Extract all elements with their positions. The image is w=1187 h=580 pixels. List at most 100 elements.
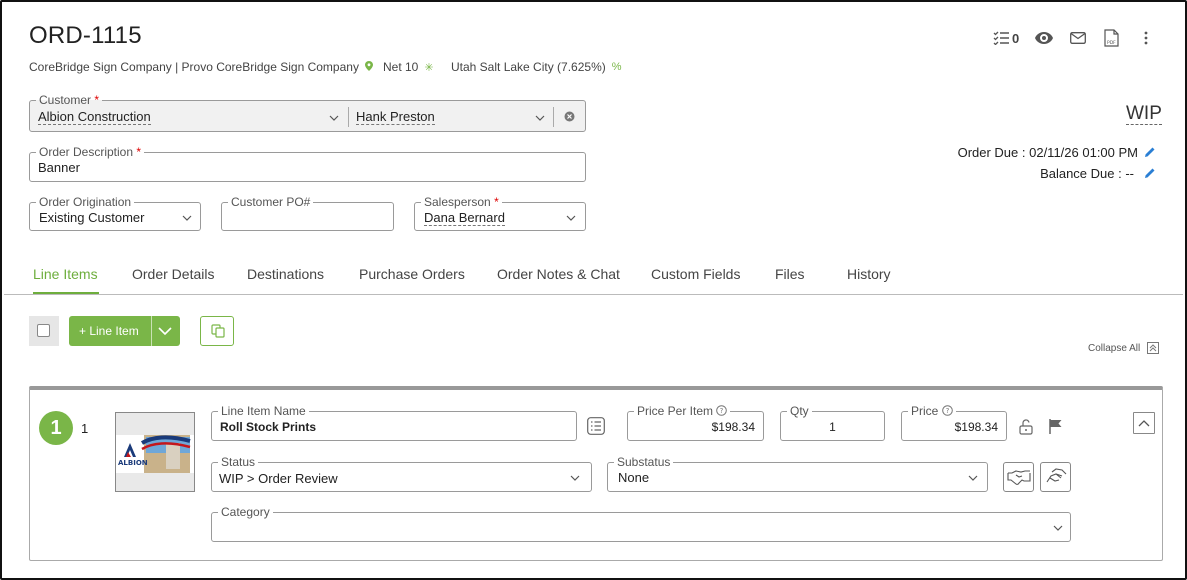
price-input[interactable]: $198.34 — [955, 420, 998, 434]
customer-label: Customer * — [36, 93, 103, 107]
line-item-name-label: Line Item Name — [218, 404, 309, 418]
substatus-field[interactable]: Substatus None — [607, 455, 988, 492]
description-input[interactable]: Banner — [38, 160, 80, 175]
mail-icon[interactable] — [1067, 27, 1089, 49]
tab-destinations[interactable]: Destinations — [247, 266, 324, 282]
list-details-icon[interactable] — [587, 417, 605, 435]
chevron-down-icon[interactable] — [158, 326, 172, 336]
category-label: Category — [218, 505, 273, 519]
pdf-icon[interactable]: PDF — [1101, 27, 1123, 49]
status-select[interactable]: WIP > Order Review — [219, 471, 338, 486]
line-item-thumbnail[interactable]: ALBION — [115, 412, 195, 492]
collapse-all-icon[interactable] — [1147, 342, 1159, 354]
salesperson-label: Salesperson * — [421, 195, 502, 209]
thumb-logo-text: ALBION — [118, 459, 148, 467]
chevron-up-icon — [1138, 420, 1150, 427]
help-icon[interactable]: ? — [716, 405, 728, 416]
customer-po-field[interactable]: Customer PO# — [221, 195, 394, 231]
price-per-item-field[interactable]: Price Per Item ? $198.34 — [627, 404, 764, 441]
task-count: 0 — [1012, 30, 1020, 46]
tasks-button[interactable]: 0 — [990, 27, 1019, 49]
po-label: Customer PO# — [228, 195, 314, 209]
unlock-icon[interactable] — [1019, 419, 1033, 435]
chevron-down-icon[interactable] — [535, 113, 545, 123]
ppi-input[interactable]: $198.34 — [712, 420, 755, 434]
svg-text:?: ? — [720, 407, 724, 415]
status-field[interactable]: Status WIP > Order Review — [211, 455, 592, 492]
terms-label: Net 10 — [383, 60, 419, 74]
tab-history[interactable]: History — [847, 266, 891, 282]
chevron-down-icon — [182, 215, 192, 221]
eye-icon[interactable] — [1033, 27, 1055, 49]
copy-button[interactable] — [200, 316, 234, 346]
origination-label: Order Origination — [36, 195, 135, 209]
svg-text:PDF: PDF — [1107, 40, 1116, 46]
clear-icon[interactable] — [564, 111, 575, 122]
status-label: Status — [218, 455, 259, 469]
ppi-label: Price Per Item ? — [634, 404, 731, 418]
add-line-item-button[interactable]: + Line Item — [69, 316, 180, 346]
more-vertical-icon[interactable] — [1135, 27, 1157, 49]
checklist-icon — [990, 27, 1012, 49]
edit-due-icon[interactable] — [1144, 145, 1156, 163]
help-icon[interactable]: ? — [941, 405, 953, 416]
edit-balance-icon[interactable] — [1144, 166, 1156, 184]
collapse-item-button[interactable] — [1133, 412, 1155, 434]
tab-order-details[interactable]: Order Details — [132, 266, 214, 282]
svg-text:?: ? — [945, 407, 949, 415]
copy-icon — [211, 324, 225, 338]
order-page: ORD-1115 CoreBridge Sign Company | Provo… — [0, 0, 1187, 580]
tax-label: Utah Salt Lake City (7.625%) — [451, 60, 606, 74]
divider — [553, 107, 554, 127]
handoff-button[interactable] — [1040, 462, 1071, 492]
order-due: Order Due : 02/11/26 01:00 PM — [957, 145, 1138, 160]
tab-custom-fields[interactable]: Custom Fields — [651, 266, 740, 282]
line-item-name-input[interactable]: Roll Stock Prints — [220, 420, 316, 434]
percent-icon: % — [611, 61, 622, 73]
tab-divider — [4, 294, 1183, 295]
price-label: Price ? — [908, 404, 956, 418]
chevron-down-icon — [1053, 525, 1063, 531]
tab-purchase-orders[interactable]: Purchase Orders — [359, 266, 465, 282]
terms[interactable]: Net 10 ✳ — [383, 60, 434, 74]
order-status[interactable]: WIP — [1126, 104, 1162, 125]
handshake-button[interactable] — [1003, 462, 1034, 492]
qty-input[interactable]: 1 — [781, 420, 884, 434]
category-field[interactable]: Category — [211, 505, 1071, 542]
salesperson-field[interactable]: Salesperson * Dana Bernard — [414, 195, 586, 231]
add-line-item-label: + Line Item — [79, 324, 139, 338]
qty-field[interactable]: Qty 1 — [780, 404, 885, 441]
line-item-name-field[interactable]: Line Item Name Roll Stock Prints — [211, 404, 577, 441]
handshake-icon — [1006, 470, 1031, 485]
line-item-number: 1 — [81, 421, 89, 436]
select-all-checkbox[interactable] — [29, 316, 59, 346]
customer-field: Customer * Albion Construction Hank Pres… — [29, 93, 586, 132]
albion-logo: ALBION — [116, 413, 194, 491]
tab-bar: Line Items Order Details Destinations Pu… — [2, 266, 1187, 296]
company-name[interactable]: CoreBridge Sign Company | Provo CoreBrid… — [29, 60, 359, 74]
asterisk-icon: ✳ — [424, 61, 434, 74]
tab-files[interactable]: Files — [775, 266, 805, 282]
substatus-label: Substatus — [614, 455, 674, 469]
collapse-all-label[interactable]: Collapse All — [1088, 343, 1140, 354]
tab-order-notes[interactable]: Order Notes & Chat — [497, 266, 620, 282]
substatus-select[interactable]: None — [618, 470, 649, 485]
origination-field[interactable]: Order Origination Existing Customer — [29, 195, 201, 231]
tax-zone[interactable]: Utah Salt Lake City (7.625%) % — [451, 60, 622, 74]
line-item-card: 1 1 ALBION Line Item Name Roll Stock Pri… — [29, 386, 1163, 561]
customer-select[interactable]: Albion Construction — [38, 109, 151, 125]
flag-icon[interactable] — [1048, 418, 1064, 434]
origination-select[interactable]: Existing Customer — [39, 210, 144, 225]
chevron-down-icon — [968, 475, 978, 481]
divider — [151, 316, 152, 346]
description-label: Order Description * — [36, 145, 145, 159]
hand-transfer-icon — [1046, 468, 1066, 483]
salesperson-select[interactable]: Dana Bernard — [424, 210, 505, 226]
description-field[interactable]: Order Description * Banner — [29, 145, 586, 182]
chevron-down-icon[interactable] — [329, 113, 339, 123]
balance-due: Balance Due : -- — [1040, 166, 1134, 181]
tab-line-items[interactable]: Line Items — [33, 266, 98, 282]
contact-select[interactable]: Hank Preston — [356, 109, 435, 125]
divider — [348, 107, 349, 127]
price-field[interactable]: Price ? $198.34 — [901, 404, 1007, 441]
